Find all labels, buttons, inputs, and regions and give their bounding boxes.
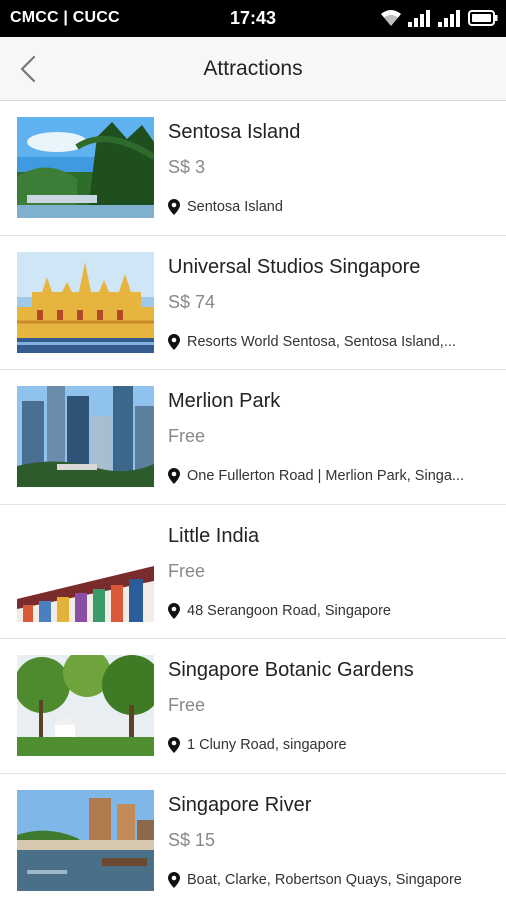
attraction-address: 1 Cluny Road, singapore	[187, 737, 347, 754]
address-row: One Fullerton Road | Merlion Park, Singa…	[168, 468, 486, 485]
attraction-photo	[17, 117, 154, 218]
location-pin-icon	[168, 871, 180, 888]
address-row: 48 Serangoon Road, Singapore	[168, 602, 486, 619]
address-row: Sentosa Island	[168, 199, 486, 215]
attraction-price: Free	[168, 426, 206, 447]
attraction-price: S$ 74	[168, 291, 216, 312]
attraction-price: Free	[168, 560, 206, 581]
attraction-item[interactable]: Singapore River S$ 15 Boat, Clarke, Robe…	[0, 773, 506, 900]
attraction-item[interactable]: Little India Free 48 Serangoon Road, Sin…	[0, 504, 506, 640]
location-pin-icon	[168, 333, 180, 350]
attraction-name: Singapore Botanic Gardens	[168, 659, 414, 682]
attraction-price: Free	[168, 695, 206, 716]
attraction-address: 48 Serangoon Road, Singapore	[187, 602, 391, 619]
signal-icon-1	[408, 10, 430, 27]
page-title: Attractions	[203, 57, 303, 80]
wifi-icon	[381, 10, 401, 26]
chevron-left-icon	[20, 55, 36, 83]
attraction-item[interactable]: Sentosa Island S$ 3 Sentosa Island	[0, 101, 506, 236]
attraction-photo	[17, 386, 154, 488]
attraction-address: One Fullerton Road | Merlion Park, Singa…	[187, 468, 464, 485]
address-row: Boat, Clarke, Robertson Quays, Singapore	[168, 871, 486, 888]
battery-icon	[468, 10, 498, 26]
back-button[interactable]	[8, 47, 52, 91]
address-row: 1 Cluny Road, singapore	[168, 737, 486, 754]
attraction-item[interactable]: Merlion Park Free One Fullerton Road | M…	[0, 370, 506, 505]
status-bar: CMCC | CUCC 17:43	[0, 0, 506, 37]
attraction-item[interactable]: Universal Studios Singapore S$ 74 Resort…	[0, 235, 506, 371]
attraction-name: Merlion Park	[168, 390, 281, 413]
attraction-photo	[17, 655, 154, 757]
attraction-photo	[17, 789, 154, 891]
location-pin-icon	[168, 602, 180, 619]
attraction-name: Universal Studios Singapore	[168, 255, 421, 278]
attraction-item[interactable]: Singapore Botanic Gardens Free 1 Cluny R…	[0, 639, 506, 774]
address-row: Resorts World Sentosa, Sentosa Island,..…	[168, 333, 486, 350]
attraction-address: Boat, Clarke, Robertson Quays, Singapore	[187, 871, 462, 888]
attraction-address: Sentosa Island	[187, 199, 283, 215]
location-pin-icon	[168, 199, 180, 215]
app-bar: Attractions	[0, 37, 506, 101]
attraction-address: Resorts World Sentosa, Sentosa Island,..…	[187, 333, 456, 350]
location-pin-icon	[168, 737, 180, 754]
attraction-price: S$ 3	[168, 157, 206, 177]
location-pin-icon	[168, 468, 180, 485]
attraction-photo	[17, 251, 154, 353]
status-icons	[380, 7, 498, 29]
attraction-photo	[17, 520, 154, 622]
attraction-price: S$ 15	[168, 829, 216, 850]
attraction-name: Sentosa Island	[168, 121, 301, 143]
attraction-name: Singapore River	[168, 793, 312, 816]
signal-icon-2	[438, 10, 460, 27]
attraction-name: Little India	[168, 524, 260, 547]
attractions-list: Sentosa Island S$ 3 Sentosa Island Unive…	[0, 101, 506, 900]
